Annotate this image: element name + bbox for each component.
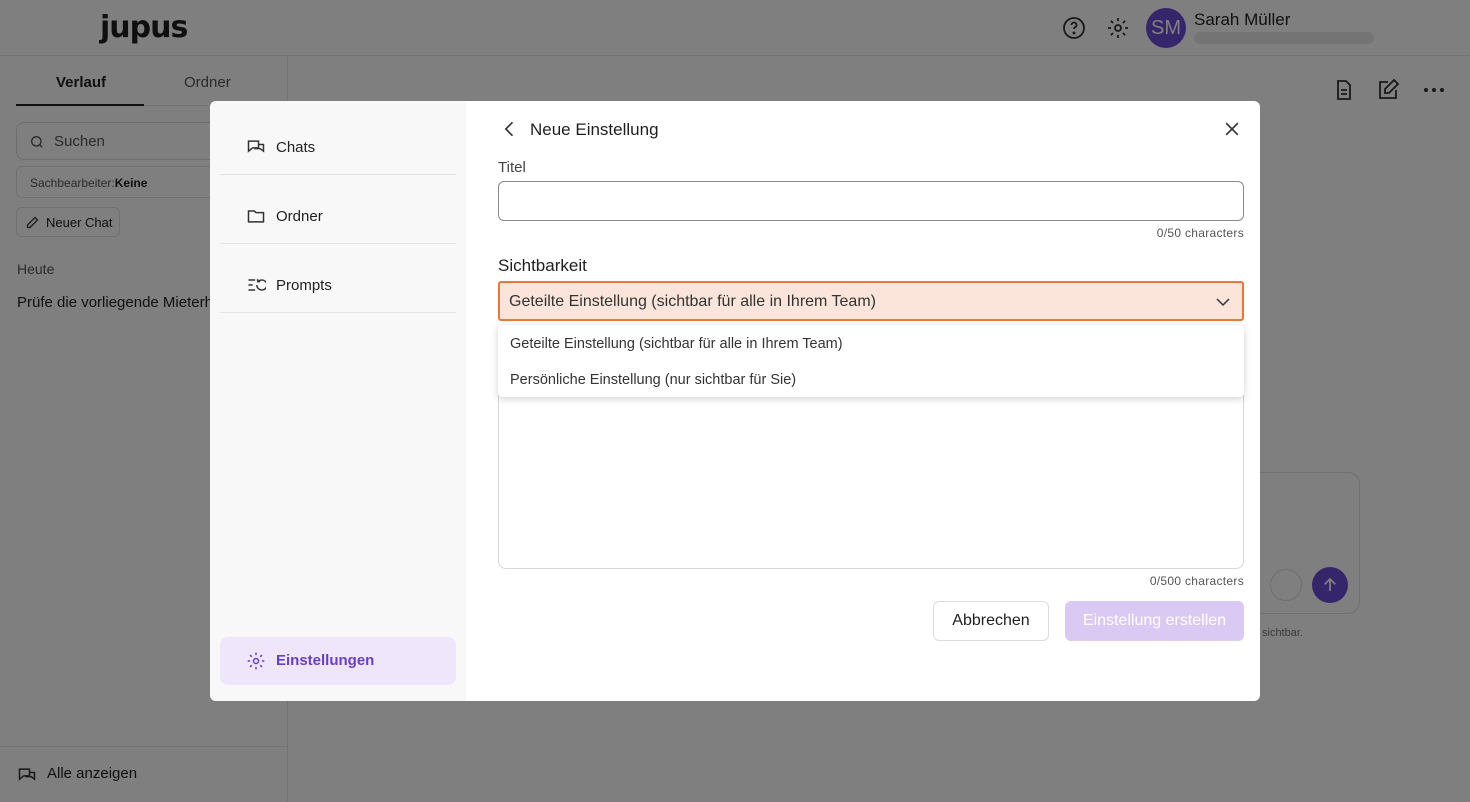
chevron-down-icon	[1214, 293, 1232, 311]
title-char-count: 0/50 characters	[1156, 226, 1244, 240]
visibility-label: Sichtbarkeit	[498, 256, 587, 275]
sidebar-item-einstellungen[interactable]: Einstellungen	[220, 637, 456, 685]
visibility-option-shared[interactable]: Geteilte Einstellung (sichtbar für alle …	[510, 336, 843, 352]
chats-icon	[246, 137, 266, 157]
visibility-option-personal[interactable]: Persönliche Einstellung (nur sichtbar fü…	[510, 372, 796, 388]
title-input[interactable]	[498, 181, 1244, 221]
modal-title: Neue Einstellung	[530, 120, 659, 139]
visibility-dropdown-menu: Geteilte Einstellung (sichtbar für alle …	[498, 325, 1244, 397]
visibility-select[interactable]: Geteilte Einstellung (sichtbar für alle …	[498, 281, 1244, 321]
create-setting-button[interactable]: Einstellung erstellen	[1065, 601, 1244, 641]
sidebar-item-ordner[interactable]: Ordner	[220, 176, 456, 244]
settings-modal: Chats Ordner Prompts Einstellungen Neue …	[210, 101, 1260, 701]
sidebar-item-label: Prompts	[276, 277, 332, 294]
sidebar-item-prompts[interactable]: Prompts	[220, 245, 456, 313]
cancel-button[interactable]: Abbrechen	[933, 601, 1049, 641]
description-char-count: 0/500 characters	[1149, 574, 1244, 588]
back-arrow-icon[interactable]	[500, 119, 520, 139]
modal-sidebar: Chats Ordner Prompts Einstellungen	[210, 101, 466, 701]
sidebar-item-label: Chats	[276, 139, 316, 156]
title-label: Titel	[498, 159, 526, 176]
close-icon[interactable]	[1222, 119, 1242, 139]
modal-content: Neue Einstellung Titel 0/50 characters S…	[466, 101, 1260, 701]
prompts-icon	[246, 275, 268, 295]
sidebar-item-label: Ordner	[276, 208, 323, 225]
sidebar-item-label: Einstellungen	[276, 652, 375, 669]
sidebar-item-chats[interactable]: Chats	[220, 107, 456, 175]
folder-icon	[246, 206, 266, 226]
visibility-selected-value: Geteilte Einstellung (sichtbar für alle …	[509, 293, 876, 310]
gear-icon	[246, 651, 266, 671]
